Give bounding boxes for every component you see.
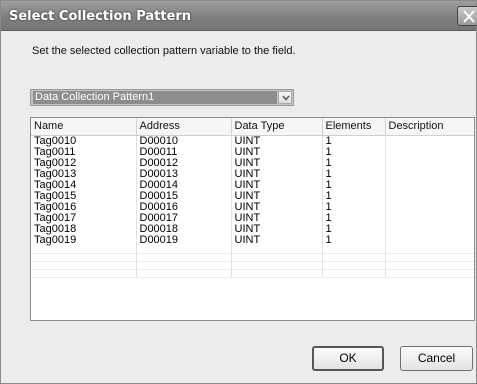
table-row[interactable]: Tag0016 D00016 UINT 1	[31, 201, 474, 213]
table-row[interactable]: Tag0018 D00018 UINT 1	[31, 223, 474, 235]
cell-description	[385, 146, 474, 158]
cell-elements: 1	[322, 190, 386, 202]
table-row[interactable]: Tag0012 D00012 UINT 1	[31, 157, 474, 169]
cell-name: Tag0016	[31, 201, 137, 213]
table-row[interactable]: Tag0010 D00010 UINT 1	[31, 135, 474, 147]
empty-row	[31, 269, 474, 278]
title-bar[interactable]: Select Collection Pattern	[1, 1, 477, 31]
cell-elements: 1	[322, 135, 386, 147]
cell-address: D00011	[136, 146, 232, 158]
column-header-data-type[interactable]: Data Type	[231, 118, 323, 136]
close-button[interactable]	[457, 6, 477, 26]
table-row[interactable]: Tag0011 D00011 UINT 1	[31, 146, 474, 158]
table-row[interactable]: Tag0015 D00015 UINT 1	[31, 190, 474, 202]
cell-data-type: UINT	[231, 234, 323, 246]
table-row[interactable]: Tag0019 D00019 UINT 1	[31, 234, 474, 246]
cell-address: D00016	[136, 201, 232, 213]
empty-row	[31, 253, 474, 262]
instruction-text: Set the selected collection pattern vari…	[32, 45, 296, 57]
pattern-select[interactable]: Data Collection Pattern1	[30, 89, 294, 106]
cell-address: D00018	[136, 223, 232, 235]
cell-name: Tag0010	[31, 135, 137, 147]
cell-data-type: UINT	[231, 223, 323, 235]
cell-data-type: UINT	[231, 201, 323, 213]
cancel-button[interactable]: Cancel	[400, 346, 473, 371]
cell-address: D00015	[136, 190, 232, 202]
dropdown-button[interactable]	[278, 91, 292, 104]
cell-address: D00019	[136, 234, 232, 246]
cell-description	[385, 157, 474, 169]
cell-description	[385, 201, 474, 213]
cell-description	[385, 212, 474, 224]
cell-data-type: UINT	[231, 146, 323, 158]
table-row[interactable]: Tag0017 D00017 UINT 1	[31, 212, 474, 224]
close-icon	[463, 10, 475, 23]
empty-row	[31, 245, 474, 254]
table-row[interactable]: Tag0013 D00013 UINT 1	[31, 168, 474, 180]
cell-address: D00013	[136, 168, 232, 180]
table-row[interactable]: Tag0014 D00014 UINT 1	[31, 179, 474, 191]
column-header-address[interactable]: Address	[136, 118, 232, 136]
cell-name: Tag0018	[31, 223, 137, 235]
ok-button[interactable]: OK	[312, 346, 384, 371]
cell-data-type: UINT	[231, 135, 323, 147]
cell-data-type: UINT	[231, 190, 323, 202]
variable-table[interactable]: Name Address Data Type Elements Descript…	[30, 117, 475, 321]
cell-data-type: UINT	[231, 212, 323, 224]
cell-elements: 1	[322, 234, 386, 246]
cell-address: D00014	[136, 179, 232, 191]
cell-elements: 1	[322, 146, 386, 158]
cell-name: Tag0015	[31, 190, 137, 202]
cell-elements: 1	[322, 223, 386, 235]
cell-name: Tag0017	[31, 212, 137, 224]
column-header-name[interactable]: Name	[31, 118, 137, 136]
cell-elements: 1	[322, 201, 386, 213]
chevron-down-icon	[282, 95, 290, 101]
cell-address: D00017	[136, 212, 232, 224]
cell-description	[385, 168, 474, 180]
cell-elements: 1	[322, 179, 386, 191]
cell-name: Tag0014	[31, 179, 137, 191]
cell-description	[385, 190, 474, 202]
cell-description	[385, 223, 474, 235]
cell-elements: 1	[322, 157, 386, 169]
cell-name: Tag0013	[31, 168, 137, 180]
cell-name: Tag0011	[31, 146, 137, 158]
cell-description	[385, 135, 474, 147]
cell-elements: 1	[322, 212, 386, 224]
cell-address: D00012	[136, 157, 232, 169]
column-header-elements[interactable]: Elements	[322, 118, 386, 136]
cell-address: D00010	[136, 135, 232, 147]
dialog-window: Select Collection Pattern Set the select…	[0, 0, 477, 384]
column-header-description[interactable]: Description	[385, 118, 474, 136]
cell-elements: 1	[322, 168, 386, 180]
empty-row	[31, 261, 474, 270]
cell-data-type: UINT	[231, 179, 323, 191]
cell-description	[385, 234, 474, 246]
pattern-select-value: Data Collection Pattern1	[33, 91, 277, 104]
cell-data-type: UINT	[231, 157, 323, 169]
table-header-row: Name Address Data Type Elements Descript…	[31, 118, 474, 136]
cell-data-type: UINT	[231, 168, 323, 180]
dialog-title: Select Collection Pattern	[9, 9, 192, 24]
cell-name: Tag0012	[31, 157, 137, 169]
cell-description	[385, 179, 474, 191]
cell-name: Tag0019	[31, 234, 137, 246]
